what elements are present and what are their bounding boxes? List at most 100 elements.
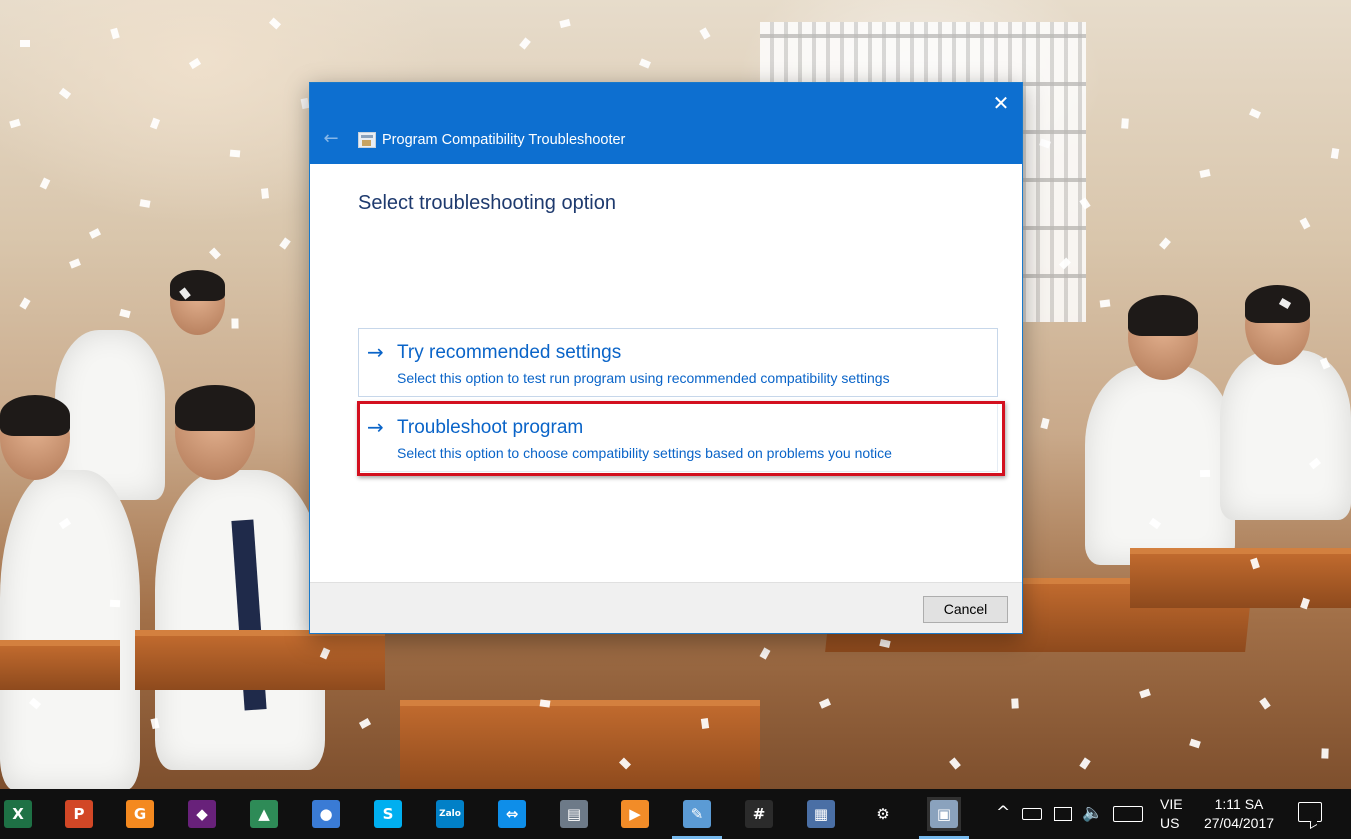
teamviewer-icon[interactable]: ⇔	[495, 797, 529, 831]
dialog-titlebar: ✕ ← Program Compatibility Troubleshooter	[310, 83, 1022, 164]
powerpoint-icon[interactable]: P	[62, 797, 96, 831]
troubleshooter-icon[interactable]: ▣	[919, 797, 969, 839]
confetti-piece	[110, 27, 120, 40]
clock-date: 27/04/2017	[1203, 815, 1275, 831]
confetti-piece	[1259, 697, 1271, 710]
confetti-piece	[39, 177, 51, 190]
confetti-piece	[539, 699, 551, 708]
battery-icon[interactable]	[1022, 808, 1042, 820]
teamviewer-glyph: ⇔	[498, 800, 526, 828]
confetti-piece	[209, 247, 221, 260]
confetti-piece	[1189, 738, 1201, 749]
action-center-icon[interactable]	[1298, 802, 1322, 822]
clock[interactable]: 1:11 SA 27/04/2017	[1198, 795, 1280, 833]
confetti-piece	[759, 647, 771, 660]
confetti-piece	[188, 57, 202, 70]
taskbar: X P G ◆ ▲ ● S Zalo ⇔ ▤ ▶ ✎ # ▦ ⚙ ▣ ^ 🔈 VIE US 1:11 SA 2…	[0, 789, 1351, 839]
clock-time: 1:11 SA	[1214, 796, 1264, 812]
page-heading: Select troubleshooting option	[358, 192, 616, 214]
confetti-piece	[231, 318, 239, 329]
skype-icon[interactable]: S	[371, 797, 405, 831]
cancel-button[interactable]: Cancel	[923, 596, 1008, 623]
confetti-piece	[69, 258, 81, 269]
try-recommended-settings-option[interactable]: → Try recommended settings Select this o…	[358, 328, 998, 397]
internet-download-manager-icon[interactable]: ●	[309, 797, 343, 831]
zalo-glyph: Zalo	[436, 800, 464, 828]
confetti-piece	[700, 718, 710, 729]
confetti-piece	[268, 17, 282, 30]
confetti-piece	[819, 698, 831, 709]
confetti-piece	[1248, 108, 1262, 119]
option-description: Select this option to test run program u…	[397, 370, 890, 386]
touch-keyboard-icon[interactable]	[1113, 806, 1143, 822]
troubleshoot-program-option[interactable]: → Troubleshoot program Select this optio…	[358, 403, 998, 472]
excel-icon[interactable]: X	[1, 797, 35, 831]
confetti-piece	[1321, 748, 1329, 759]
pdf-reader-icon[interactable]: G	[123, 797, 157, 831]
media-player-glyph: ▶	[621, 800, 649, 828]
network-tool-icon[interactable]: ▤	[557, 797, 591, 831]
confetti-piece	[20, 40, 30, 47]
confetti-piece	[1079, 757, 1091, 770]
confetti-piece	[949, 757, 961, 770]
confetti-piece	[229, 149, 241, 158]
confetti-piece	[1011, 698, 1019, 709]
confetti-piece	[1040, 417, 1050, 430]
confetti-piece	[1139, 688, 1151, 699]
calculator-glyph: ▦	[807, 800, 835, 828]
confetti-piece	[1099, 299, 1111, 308]
settings-icon[interactable]: ⚙	[866, 797, 900, 831]
confetti-piece	[1199, 469, 1211, 478]
troubleshooter-glyph: ▣	[930, 800, 958, 828]
drawing-app-glyph: ▲	[250, 800, 278, 828]
troubleshooter-app-icon	[358, 132, 376, 148]
confetti-piece	[519, 37, 531, 50]
settings-glyph: ⚙	[869, 800, 897, 828]
zalo-icon[interactable]: Zalo	[433, 797, 467, 831]
back-button[interactable]: ←	[318, 126, 344, 152]
dialog-footer: Cancel	[310, 582, 1022, 633]
confetti-piece	[19, 297, 31, 310]
media-player-icon[interactable]: ▶	[618, 797, 652, 831]
option-title: Troubleshoot program	[397, 417, 584, 438]
confetti-piece	[9, 118, 21, 129]
input-language-indicator[interactable]: VIE US	[1160, 795, 1183, 833]
network-icon[interactable]	[1054, 807, 1072, 821]
show-hidden-icons-chevron-icon[interactable]: ^	[996, 803, 1010, 823]
confetti-piece	[1121, 118, 1129, 129]
confetti-piece	[139, 199, 151, 208]
confetti-piece	[1199, 169, 1211, 178]
option-description: Select this option to choose compatibili…	[397, 445, 892, 461]
troubleshooter-dialog: ✕ ← Program Compatibility Troubleshooter…	[309, 82, 1023, 634]
close-button[interactable]: ✕	[984, 89, 1018, 117]
skype-glyph: S	[374, 800, 402, 828]
visual-studio-glyph: ◆	[188, 800, 216, 828]
confetti-piece	[1299, 217, 1311, 230]
confetti-piece	[109, 599, 121, 608]
dialog-title: Program Compatibility Troubleshooter	[382, 132, 626, 148]
confetti-piece	[1330, 148, 1340, 159]
notepad-glyph: ✎	[683, 800, 711, 828]
confetti-piece	[119, 308, 131, 319]
arrow-right-icon: →	[367, 340, 384, 364]
slack-icon[interactable]: #	[742, 797, 776, 831]
internet-download-manager-glyph: ●	[312, 800, 340, 828]
confetti-piece	[358, 718, 372, 729]
slack-glyph: #	[745, 800, 773, 828]
network-tool-glyph: ▤	[560, 800, 588, 828]
calculator-icon[interactable]: ▦	[804, 797, 838, 831]
drawing-app-icon[interactable]: ▲	[247, 797, 281, 831]
notepad-icon[interactable]: ✎	[672, 797, 722, 839]
language-code: VIE	[1160, 796, 1183, 812]
pdf-reader-glyph: G	[126, 800, 154, 828]
visual-studio-icon[interactable]: ◆	[185, 797, 219, 831]
confetti-piece	[149, 117, 161, 130]
confetti-piece	[699, 27, 711, 40]
confetti-piece	[58, 87, 72, 100]
arrow-right-icon: →	[367, 415, 384, 439]
confetti-piece	[88, 228, 102, 239]
volume-icon[interactable]: 🔈	[1082, 803, 1103, 823]
excel-glyph: X	[4, 800, 32, 828]
confetti-piece	[279, 237, 291, 250]
option-title: Try recommended settings	[397, 342, 622, 363]
